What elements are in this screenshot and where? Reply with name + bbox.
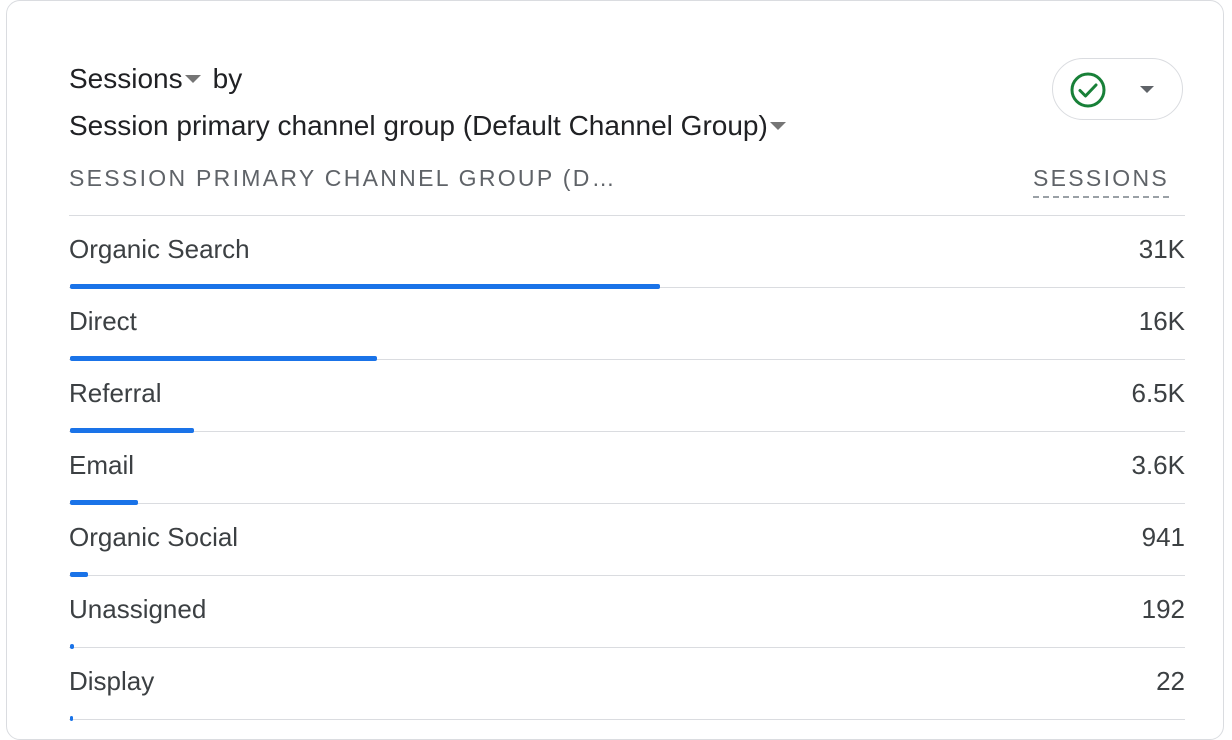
card-title-dimension-line: Session primary channel group (Default C… <box>69 108 790 144</box>
table-row[interactable]: Direct 16K <box>69 288 1185 361</box>
row-sessions-value: 22 <box>1156 666 1185 696</box>
by-label: by <box>212 63 243 94</box>
row-channel-label: Organic Search <box>69 234 250 264</box>
row-divider <box>69 719 1185 720</box>
row-sessions-value: 3.6K <box>1131 450 1186 480</box>
row-sessions-value: 192 <box>1141 594 1185 624</box>
row-channel-label: Unassigned <box>69 594 207 624</box>
row-sessions-value: 941 <box>1141 522 1185 552</box>
table-row[interactable]: Organic Search 31K <box>69 216 1185 289</box>
row-sessions-value: 6.5K <box>1131 378 1186 408</box>
table-row[interactable]: Display 22 <box>69 648 1185 721</box>
dimension-dropdown-caret-icon[interactable] <box>769 122 786 130</box>
metric-selector-label[interactable]: Sessions <box>69 61 183 97</box>
row-sessions-value: 31K <box>1138 234 1185 264</box>
table-row[interactable]: Email 3.6K <box>69 432 1186 505</box>
row-sessions-value: 16K <box>1138 306 1185 336</box>
chevron-down-icon <box>1140 86 1154 93</box>
check-circle-icon <box>1070 72 1106 108</box>
row-channel-label: Display <box>69 666 155 696</box>
table-row[interactable]: Referral 6.5K <box>69 360 1186 433</box>
table-row[interactable]: Organic Social 941 <box>69 504 1185 577</box>
row-channel-label: Direct <box>69 306 137 336</box>
sessions-column-header[interactable]: SESSIONS <box>1033 165 1169 198</box>
row-channel-label: Organic Social <box>69 522 239 552</box>
dimension-selector-label[interactable]: Session primary channel group (Default C… <box>69 108 768 144</box>
table-row[interactable]: Unassigned 192 <box>69 576 1185 649</box>
metric-dropdown-caret-icon[interactable] <box>184 75 201 83</box>
card-title-metric-line: Sessions by <box>69 61 242 97</box>
dimension-column-header[interactable]: SESSION PRIMARY CHANNEL GROUP (D… <box>69 165 617 192</box>
status-dropdown-button[interactable] <box>1052 58 1183 120</box>
row-channel-label: Referral <box>69 378 162 408</box>
row-channel-label: Email <box>69 450 135 480</box>
report-card: Sessions by Session primary channel grou… <box>6 0 1224 740</box>
